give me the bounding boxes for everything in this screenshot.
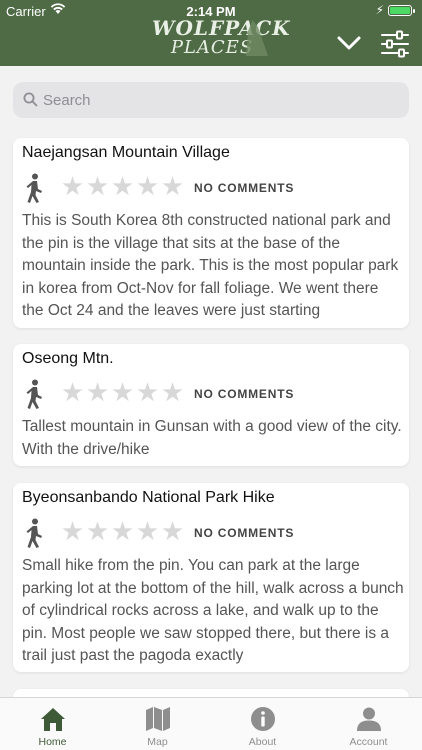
tab-label: Home	[38, 736, 67, 748]
star-icon[interactable]: ★	[160, 519, 185, 545]
chevron-down-icon[interactable]	[336, 32, 362, 54]
hiker-icon	[26, 173, 42, 203]
star-icon[interactable]: ★	[60, 174, 85, 200]
place-title: Oseong Mtn.	[22, 350, 114, 367]
home-icon	[41, 708, 65, 731]
sliders-icon[interactable]	[380, 30, 410, 58]
hiker-icon	[26, 379, 42, 409]
star-icon[interactable]: ★	[85, 174, 110, 200]
star-icon[interactable]: ★	[60, 380, 85, 406]
search-icon	[23, 92, 38, 107]
tab-map[interactable]: Map	[105, 698, 210, 750]
star-icon[interactable]: ★	[160, 380, 185, 406]
place-card[interactable]: Naejangsan Mountain Village ★★★★★ NO COM…	[13, 138, 409, 328]
hiker-icon	[26, 518, 42, 548]
star-icon[interactable]: ★	[110, 519, 135, 545]
place-meta: ★★★★★ NO COMMENTS	[13, 517, 409, 548]
rating-stars[interactable]: ★★★★★	[60, 174, 185, 201]
search-input[interactable]	[43, 82, 393, 118]
place-card[interactable]: Byeonsanbando National Park Hike ★★★★★ N…	[13, 483, 409, 672]
app-logo: WOLFPACK PLACES	[152, 18, 290, 62]
rating-stars[interactable]: ★★★★★	[60, 519, 185, 546]
star-icon[interactable]: ★	[110, 380, 135, 406]
tab-bar: Home Map About Account	[0, 697, 422, 750]
comments-link[interactable]: NO COMMENTS	[194, 181, 294, 195]
tab-about[interactable]: About	[210, 698, 315, 750]
star-icon[interactable]: ★	[85, 519, 110, 545]
place-description: This is South Korea 8th constructed nati…	[22, 212, 399, 319]
place-description: Tallest mountain in Gunsan with a good v…	[22, 418, 402, 458]
star-icon[interactable]: ★	[60, 519, 85, 545]
comments-link[interactable]: NO COMMENTS	[194, 387, 294, 401]
tab-home[interactable]: Home	[0, 698, 105, 750]
charging-icon: ⚡	[375, 3, 384, 17]
place-meta: ★★★★★ NO COMMENTS	[13, 172, 409, 203]
place-title: Byeonsanbando National Park Hike	[22, 489, 275, 506]
search-bar	[13, 82, 409, 118]
place-meta: ★★★★★ NO COMMENTS	[13, 378, 409, 409]
star-icon[interactable]: ★	[135, 174, 160, 200]
star-icon[interactable]: ★	[110, 174, 135, 200]
map-icon	[146, 707, 170, 731]
place-title: Naejangsan Mountain Village	[22, 144, 230, 161]
star-icon[interactable]: ★	[160, 174, 185, 200]
tab-label: Account	[349, 736, 388, 748]
battery-icon	[388, 5, 415, 16]
comments-link[interactable]: NO COMMENTS	[194, 526, 294, 540]
tab-label: Map	[147, 736, 168, 748]
account-icon	[357, 707, 381, 731]
app-header: Carrier 2:14 PM ⚡ WOLFPACK PLACES	[0, 0, 422, 66]
rating-stars[interactable]: ★★★★★	[60, 380, 185, 407]
info-icon	[251, 707, 275, 731]
star-icon[interactable]: ★	[135, 380, 160, 406]
tab-label: About	[248, 736, 277, 748]
tab-account[interactable]: Account	[316, 698, 421, 750]
star-icon[interactable]: ★	[85, 380, 110, 406]
place-description: Small hike from the pin. You can park at…	[22, 557, 404, 664]
place-card[interactable]: Oseong Mtn. ★★★★★ NO COMMENTS Tallest mo…	[13, 344, 409, 466]
star-icon[interactable]: ★	[135, 519, 160, 545]
